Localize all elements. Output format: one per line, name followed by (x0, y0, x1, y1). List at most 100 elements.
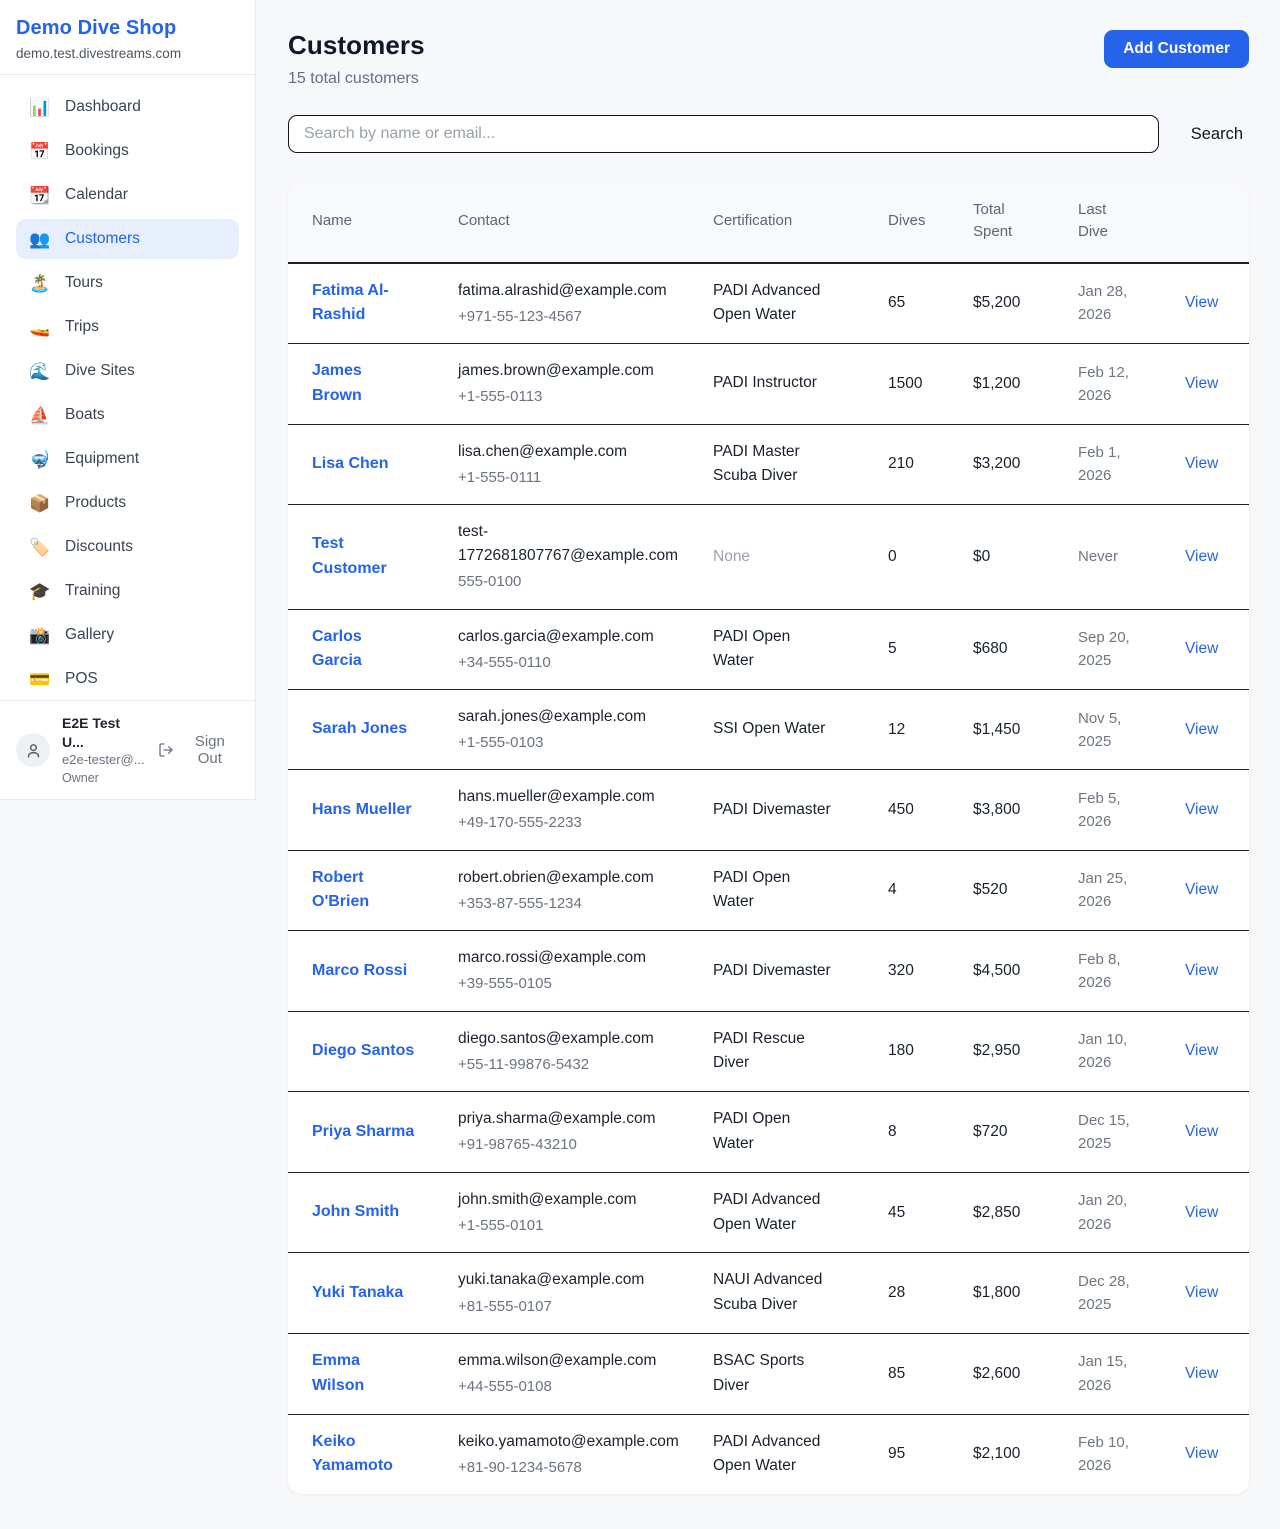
view-link[interactable]: View (1185, 962, 1218, 979)
customer-name-link[interactable]: Emma Wilson (312, 1352, 364, 1394)
customer-phone: +1-555-0101 (458, 1214, 677, 1237)
customer-last-dive: Jan 25, 2026 (1066, 850, 1173, 931)
view-link[interactable]: View (1185, 455, 1218, 472)
sidebar-item-bookings[interactable]: 📅 Bookings (16, 131, 239, 171)
customer-last-dive: Nov 5, 2025 (1066, 690, 1173, 770)
view-link[interactable]: View (1185, 881, 1218, 898)
customer-name-link[interactable]: Carlos Garcia (312, 628, 362, 670)
customer-dives: 8 (876, 1092, 961, 1173)
customer-total-spent: $5,200 (961, 263, 1066, 344)
customer-dives: 450 (876, 770, 961, 850)
customer-name-link[interactable]: John Smith (312, 1203, 399, 1220)
customer-last-dive: Never (1066, 505, 1173, 609)
customer-certification: BSAC Sports Diver (713, 1352, 804, 1394)
customer-phone: +34-555-0110 (458, 651, 677, 674)
customer-certification: PADI Divemaster (713, 801, 831, 818)
table-row: Keiko Yamamoto keiko.yamamoto@example.co… (288, 1414, 1249, 1494)
customer-name-link[interactable]: Sarah Jones (312, 720, 407, 737)
column-header-dives: Dives (876, 180, 961, 263)
view-link[interactable]: View (1185, 801, 1218, 818)
customer-last-dive: Dec 15, 2025 (1066, 1092, 1173, 1173)
sign-out-button[interactable]: Sign Out (158, 733, 239, 767)
view-link[interactable]: View (1185, 721, 1218, 738)
sidebar-item-dashboard[interactable]: 📊 Dashboard (16, 87, 239, 127)
customer-name-link[interactable]: Marco Rossi (312, 962, 407, 979)
customer-certification: None (713, 548, 750, 565)
customer-name-link[interactable]: Diego Santos (312, 1042, 414, 1059)
sidebar-item-trips[interactable]: 🚤 Trips (16, 307, 239, 347)
customer-name-link[interactable]: Keiko Yamamoto (312, 1433, 393, 1475)
customer-name-link[interactable]: Fatima Al-Rashid (312, 282, 389, 324)
training-icon: 🎓 (29, 583, 51, 600)
view-link[interactable]: View (1185, 1042, 1218, 1059)
customer-dives: 45 (876, 1172, 961, 1253)
sidebar-item-equipment[interactable]: 🤿 Equipment (16, 439, 239, 479)
customer-certification: PADI Advanced Open Water (713, 1433, 820, 1475)
table-row: Lisa Chen lisa.chen@example.com +1-555-0… (288, 424, 1249, 505)
table-row: James Brown james.brown@example.com +1-5… (288, 344, 1249, 425)
shop-title: Demo Dive Shop (16, 17, 239, 40)
sidebar-item-tours[interactable]: 🏝️ Tours (16, 263, 239, 303)
sidebar-item-gallery[interactable]: 📸 Gallery (16, 615, 239, 655)
customer-name-link[interactable]: Test Customer (312, 535, 387, 577)
customer-last-dive: Jan 15, 2026 (1066, 1333, 1173, 1414)
customer-total-spent: $1,450 (961, 690, 1066, 770)
sidebar-item-boats[interactable]: ⛵ Boats (16, 395, 239, 435)
view-link[interactable]: View (1185, 1123, 1218, 1140)
search-button[interactable]: Search (1185, 121, 1249, 148)
table-body: Fatima Al-Rashid fatima.alrashid@example… (288, 263, 1249, 1495)
search-input[interactable] (288, 115, 1159, 153)
sidebar-item-training[interactable]: 🎓 Training (16, 571, 239, 611)
customer-last-dive: Jan 28, 2026 (1066, 263, 1173, 344)
customer-certification: PADI Master Scuba Diver (713, 443, 800, 485)
sidebar-item-pos[interactable]: 💳 POS (16, 659, 239, 699)
add-customer-button[interactable]: Add Customer (1104, 30, 1249, 68)
tours-icon: 🏝️ (29, 275, 51, 292)
table-row: Emma Wilson emma.wilson@example.com +44-… (288, 1333, 1249, 1414)
view-link[interactable]: View (1185, 1204, 1218, 1221)
customer-phone: +81-90-1234-5678 (458, 1456, 677, 1479)
logout-icon (158, 742, 174, 758)
sidebar-item-products[interactable]: 📦 Products (16, 483, 239, 523)
customer-phone: +44-555-0108 (458, 1375, 677, 1398)
customer-certification: PADI Open Water (713, 1110, 790, 1152)
customer-last-dive: Feb 12, 2026 (1066, 344, 1173, 425)
customer-dives: 1500 (876, 344, 961, 425)
products-icon: 📦 (29, 495, 51, 512)
view-link[interactable]: View (1185, 294, 1218, 311)
customer-phone: 555-0100 (458, 570, 677, 593)
view-link[interactable]: View (1185, 375, 1218, 392)
user-icon (25, 742, 42, 759)
sidebar-item-discounts[interactable]: 🏷️ Discounts (16, 527, 239, 567)
sidebar-item-customers[interactable]: 👥 Customers (16, 219, 239, 259)
user-footer: E2E Test U... e2e-tester@... Owner Sign … (0, 700, 255, 799)
sidebar-item-calendar[interactable]: 📆 Calendar (16, 175, 239, 215)
dive-sites-icon: 🌊 (29, 363, 51, 380)
customer-email: keiko.yamamoto@example.com (458, 1430, 677, 1454)
view-link[interactable]: View (1185, 1365, 1218, 1382)
table-row: Test Customer test-1772681807767@example… (288, 505, 1249, 609)
customer-name-link[interactable]: Lisa Chen (312, 455, 388, 472)
customer-dives: 180 (876, 1011, 961, 1092)
customer-name-link[interactable]: James Brown (312, 362, 362, 404)
customer-certification: PADI Divemaster (713, 962, 831, 979)
view-link[interactable]: View (1185, 1284, 1218, 1301)
customer-certification: PADI Open Water (713, 628, 790, 670)
customer-name-link[interactable]: Robert O'Brien (312, 869, 369, 911)
customer-name-link[interactable]: Yuki Tanaka (312, 1284, 403, 1301)
customer-name-link[interactable]: Hans Mueller (312, 801, 412, 818)
sidebar: Demo Dive Shop demo.test.divestreams.com… (0, 0, 256, 800)
view-link[interactable]: View (1185, 548, 1218, 565)
customer-total-spent: $2,100 (961, 1414, 1066, 1494)
sidebar-item-dive-sites[interactable]: 🌊 Dive Sites (16, 351, 239, 391)
customer-last-dive: Jan 20, 2026 (1066, 1172, 1173, 1253)
customer-last-dive: Sep 20, 2025 (1066, 609, 1173, 690)
customer-total-spent: $3,200 (961, 424, 1066, 505)
customer-total-spent: $520 (961, 850, 1066, 931)
view-link[interactable]: View (1185, 640, 1218, 657)
view-link[interactable]: View (1185, 1445, 1218, 1462)
customer-total-spent: $2,950 (961, 1011, 1066, 1092)
customer-phone: +91-98765-43210 (458, 1133, 677, 1156)
customer-name-link[interactable]: Priya Sharma (312, 1123, 414, 1140)
customer-last-dive: Jan 10, 2026 (1066, 1011, 1173, 1092)
